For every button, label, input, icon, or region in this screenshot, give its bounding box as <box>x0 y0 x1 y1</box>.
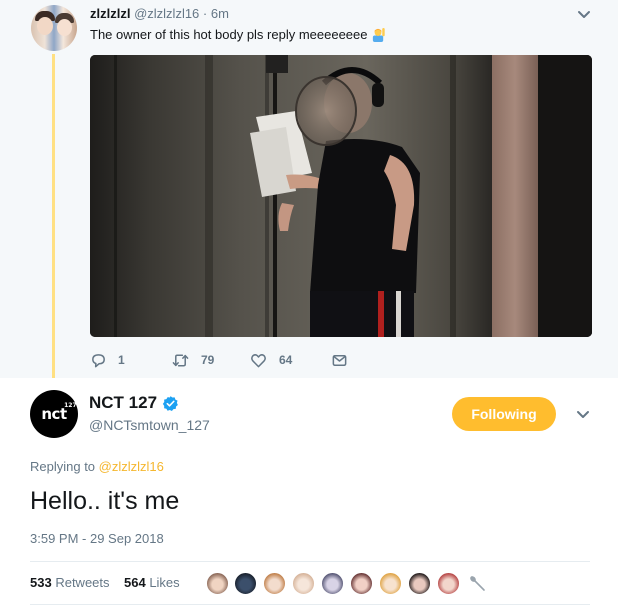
recording-booth-photo <box>90 55 592 337</box>
replying-to-line: Replying to @zlzlzlzl16 <box>30 459 164 474</box>
divider <box>30 604 590 605</box>
tweet-media-image[interactable] <box>90 55 592 337</box>
likes-label: Likes <box>149 575 180 590</box>
liker-avatar[interactable] <box>206 572 229 595</box>
liker-avatar[interactable] <box>379 572 402 595</box>
avatar-face <box>57 19 72 36</box>
verified-badge-icon <box>162 395 178 411</box>
following-button[interactable]: Following <box>452 397 556 431</box>
retweet-count: 79 <box>201 353 215 367</box>
chevron-down-icon[interactable] <box>574 4 594 24</box>
avatar-logo: nct 127 <box>41 402 76 423</box>
liker-avatar[interactable] <box>437 572 460 595</box>
chevron-down-icon[interactable] <box>573 404 593 424</box>
retweets-count: 533 <box>30 575 52 590</box>
liker-avatar[interactable] <box>234 572 257 595</box>
parent-display-name[interactable]: zlzlzlzl <box>90 6 130 21</box>
parent-tweet-text: The owner of this hot body pls reply mee… <box>90 26 386 43</box>
spoon-icon <box>470 576 485 591</box>
liker-avatar[interactable] <box>350 572 373 595</box>
replying-prefix: Replying to <box>30 459 96 474</box>
thread-line <box>52 54 55 378</box>
reply-count: 1 <box>118 353 125 367</box>
retweets-stat[interactable]: 533 Retweets <box>30 575 110 590</box>
likes-stat[interactable]: 564 Likes <box>124 575 180 590</box>
retweet-icon <box>172 354 189 366</box>
like-action[interactable]: 64 <box>250 350 292 370</box>
liker-avatar[interactable] <box>292 572 315 595</box>
person-raising-hand-icon <box>373 27 385 42</box>
parent-separator: · <box>202 6 208 21</box>
tweet-stats: 533 Retweets 564 Likes <box>30 575 180 590</box>
main-display-name[interactable]: NCT 127 <box>89 393 157 413</box>
retweets-label: Retweets <box>55 575 110 590</box>
liker-avatar[interactable] <box>321 572 344 595</box>
retweet-action[interactable]: 79 <box>172 350 214 370</box>
avatar-logo-sup: 127 <box>64 402 77 409</box>
envelope-icon <box>332 354 347 366</box>
main-avatar[interactable]: nct 127 <box>30 390 78 438</box>
avatar-logo-text: nct <box>41 405 67 423</box>
main-display-name-row[interactable]: NCT 127 <box>89 393 179 413</box>
tweet-timestamp[interactable]: 3:59 PM - 29 Sep 2018 <box>30 531 164 546</box>
avatar-face <box>37 17 53 35</box>
parent-avatar[interactable] <box>31 5 77 51</box>
divider <box>30 561 590 562</box>
reply-icon <box>92 353 105 367</box>
direct-message-action[interactable] <box>331 350 348 370</box>
likes-count: 564 <box>123 575 146 590</box>
like-count: 64 <box>279 353 293 367</box>
reply-action[interactable]: 1 <box>90 350 125 370</box>
liker-avatar[interactable] <box>263 572 286 595</box>
parent-tweet-body: The owner of this hot body pls reply mee… <box>90 27 368 42</box>
replying-to-mention[interactable]: @zlzlzlzl16 <box>99 459 164 474</box>
main-handle[interactable]: @NCTsmtown_127 <box>89 417 210 433</box>
parent-handle[interactable]: @zlzlzlzl16 <box>134 6 199 21</box>
heart-icon <box>251 353 266 367</box>
parent-time[interactable]: 6m <box>211 6 229 21</box>
parent-tweet-header: zlzlzlzl @zlzlzlzl16 · 6m <box>90 6 229 22</box>
parent-tweet[interactable]: zlzlzlzl @zlzlzlzl16 · 6m The owner of t… <box>0 0 618 378</box>
liker-avatar[interactable] <box>408 572 431 595</box>
main-tweet-text: Hello.. it's me <box>30 487 180 515</box>
